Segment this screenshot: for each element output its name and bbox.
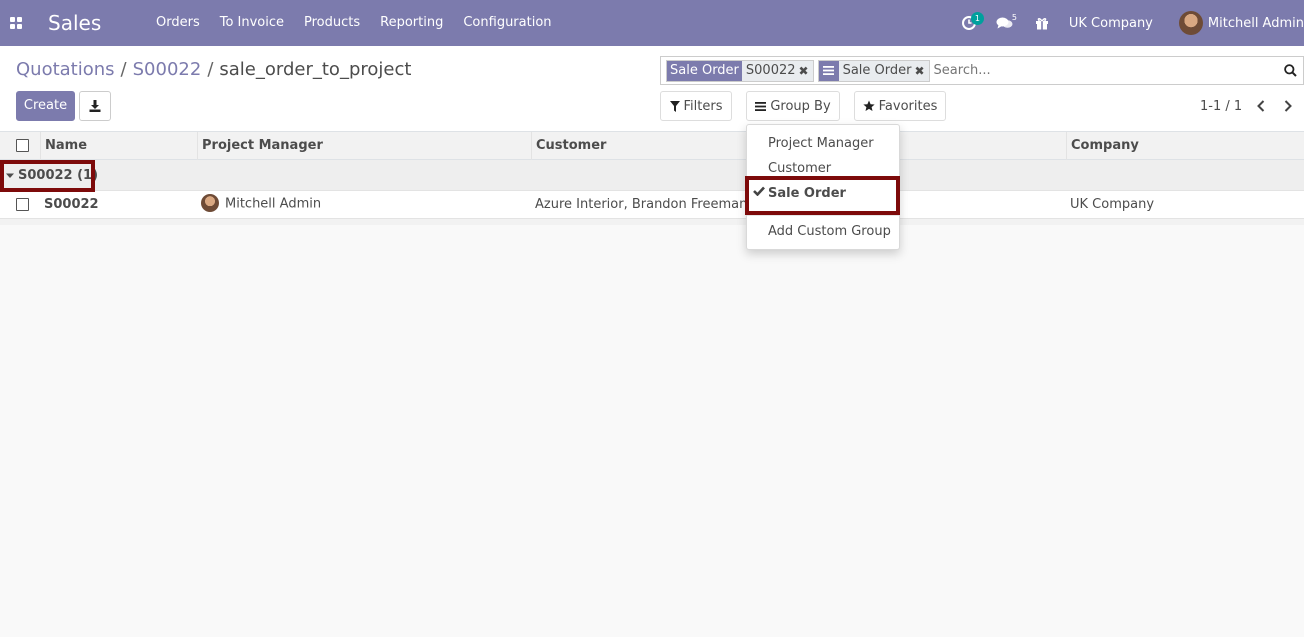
app-name[interactable]: Sales [48,11,144,35]
row-checkbox[interactable] [16,198,29,211]
group-by-option-project-manager[interactable]: Project Manager [768,136,874,151]
cell-name: S00022 [44,197,99,212]
favorites-label: Favorites [878,98,938,114]
search-bar: Sale Order S00022 ✖ Sale Order ✖ [660,56,1304,85]
chevron-left-icon [1257,100,1265,112]
menu-item-orders[interactable]: Orders [146,0,210,46]
breadcrumb-quotations[interactable]: Quotations [16,59,115,80]
breadcrumb-current: sale_order_to_project [219,59,412,80]
menu-item-to-invoice[interactable]: To Invoice [210,0,294,46]
pager-previous-button[interactable] [1253,98,1269,114]
list-header: Name Project Manager Customer Company [0,132,1304,160]
cell-customer: Azure Interior, Brandon Freeman [535,197,748,212]
column-header-project-manager[interactable]: Project Manager [197,132,531,160]
user-menu[interactable]: Mitchell Admin [1178,11,1304,35]
filters-label: Filters [683,98,723,114]
menu-item-products[interactable]: Products [294,0,370,46]
manager-name: Mitchell Admin [225,196,322,212]
chevron-right-icon [1284,100,1292,112]
company-switcher[interactable]: UK Company [1069,16,1153,31]
user-name: Mitchell Admin [1207,15,1304,31]
create-button[interactable]: Create [16,91,75,121]
comments-icon [996,17,1013,29]
top-navbar: Sales Orders To Invoice Products Reporti… [0,0,1304,46]
dropdown-divider [747,215,899,216]
filter-icon [669,100,680,112]
group-by-button[interactable]: Group By [746,91,840,121]
facet-label: Sale Order [667,60,742,81]
breadcrumb: Quotations / S00022/sale_order_to_project [16,59,411,80]
select-all-checkbox[interactable] [16,139,29,152]
breadcrumb-separator: / [207,59,214,80]
search-facet-sale-order: Sale Order S00022 ✖ [666,59,814,82]
breadcrumb-s00022[interactable]: S00022 [133,59,202,80]
activity-button[interactable]: 1 [961,0,984,46]
column-header-name[interactable]: Name [40,132,198,160]
group-by-label: Group By [770,98,831,114]
gift-icon [1035,18,1048,30]
breadcrumb-separator: / [120,59,127,80]
manager-avatar [201,194,219,212]
filters-button[interactable]: Filters [660,91,732,121]
menu-item-reporting[interactable]: Reporting [370,0,453,46]
menu-item-configuration[interactable]: Configuration [453,0,561,46]
facet-value: Sale Order [842,63,912,78]
apps-menu-icon[interactable] [0,0,32,46]
facet-value: S00022 [745,63,796,78]
activity-count-badge: 1 [970,12,984,25]
bars-icon [755,101,767,111]
search-facet-group-by: Sale Order ✖ [817,59,930,82]
group-row[interactable]: S00022 (1) [0,160,1304,191]
list-footer [0,219,1304,225]
cell-company: UK Company [1070,197,1155,212]
group-by-facet-icon [818,60,839,81]
user-avatar [1178,11,1203,35]
group-by-option-customer[interactable]: Customer [768,161,831,176]
table-row[interactable]: S00022 Mitchell Admin Azure Interior, Br… [0,191,1304,219]
pager-next-button[interactable] [1280,98,1296,114]
column-header-company[interactable]: Company [1066,132,1304,160]
messages-button[interactable]: 5 [996,0,1017,46]
message-count-badge: 5 [1011,13,1017,22]
download-button[interactable] [79,91,111,121]
favorites-button[interactable]: Favorites [854,91,946,121]
list-view: Name Project Manager Customer Company S0… [0,132,1304,225]
search-button[interactable] [1277,57,1303,84]
list-icon [823,66,835,75]
gift-button[interactable] [1035,0,1049,46]
pager-value[interactable]: 1-1 / 1 [1200,99,1242,114]
facet-remove-icon[interactable]: ✖ [799,64,813,78]
sale-order-option-highlight [745,176,900,215]
main-menu: Orders To Invoice Products Reporting Con… [146,0,562,46]
download-icon [89,100,101,112]
group-header-highlight [0,160,95,192]
facet-remove-icon[interactable]: ✖ [914,64,928,78]
cell-project-manager: Mitchell Admin [201,194,322,213]
star-icon [863,100,875,111]
search-icon [1283,64,1297,77]
search-input[interactable] [933,59,1277,82]
control-panel: Quotations / S00022/sale_order_to_project … [0,46,1304,132]
add-custom-group-button[interactable]: Add Custom Group [768,224,891,239]
